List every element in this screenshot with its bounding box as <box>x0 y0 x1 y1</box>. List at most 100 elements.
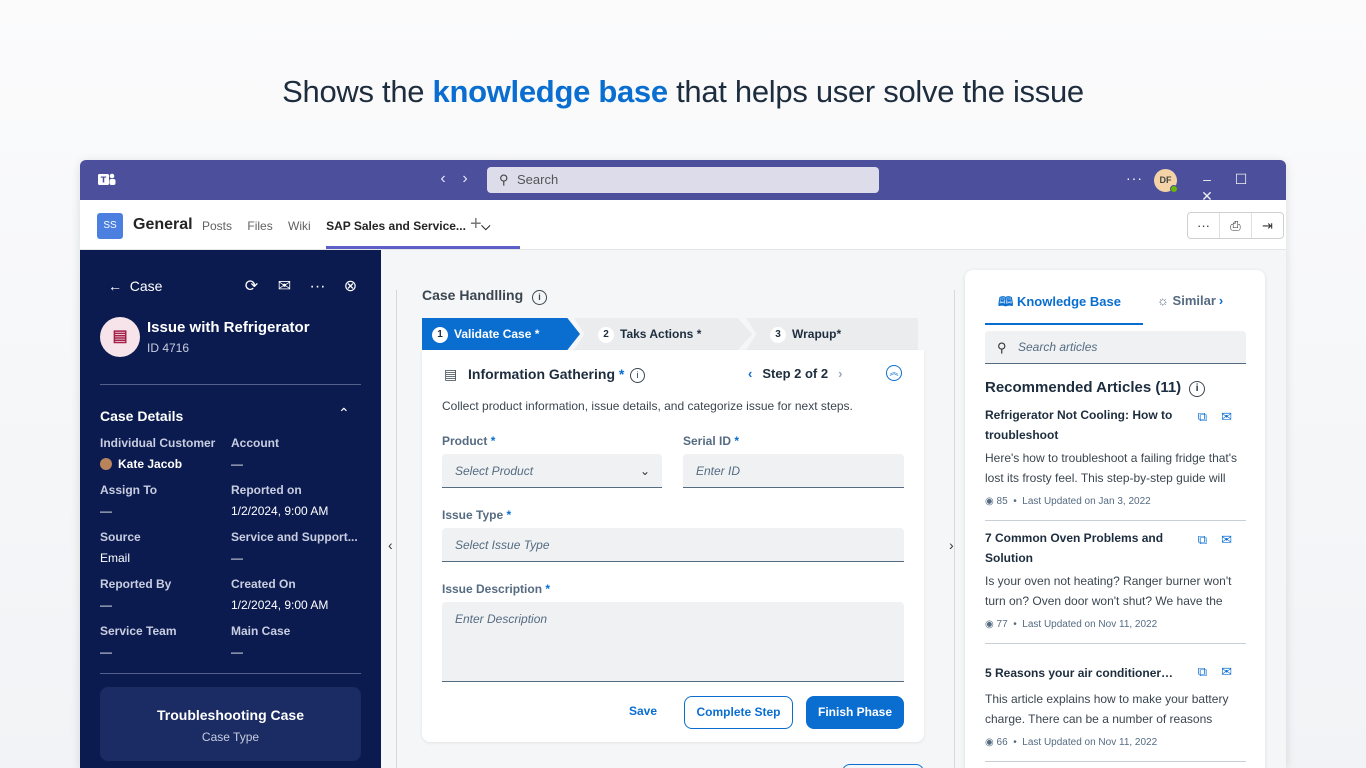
field-individual-customer: Individual Customer Kate Jacob <box>100 436 215 471</box>
popout-icon[interactable]: ⇥ <box>1252 213 1283 238</box>
channel-tab-bar: SS General Posts Files Wiki SAP Sales an… <box>80 200 1286 250</box>
copy-icon[interactable]: ⧉ <box>1198 532 1207 547</box>
issue-type-label-text: Issue Type <box>442 508 504 522</box>
save-button[interactable]: Save <box>613 696 673 729</box>
field-reported-on: Reported on 1/2/2024, 9:00 AM <box>231 483 328 518</box>
article-description: This article explains how to make your b… <box>985 692 1229 726</box>
maximize-icon[interactable]: ☐ <box>1224 171 1258 188</box>
chevron-right-icon[interactable]: › <box>838 366 842 381</box>
issue-type-label: Issue Type * <box>442 508 511 522</box>
field-value: 1/2/2024, 9:00 AM <box>231 598 329 612</box>
field-source: Source Email <box>100 530 141 565</box>
serial-placeholder: Enter ID <box>696 464 741 478</box>
collapse-icon[interactable]: ⊗ <box>334 276 367 296</box>
tab-similar[interactable]: ☼ Similar › <box>1157 293 1223 308</box>
copy-icon[interactable]: ⧉ <box>1198 664 1207 679</box>
more-icon[interactable]: ··· <box>301 278 334 296</box>
mail-icon[interactable]: ✉ <box>1221 664 1232 679</box>
chevron-up-icon[interactable]: ⌃ <box>338 405 350 422</box>
section-title: Information Gathering * <box>468 366 624 382</box>
article-updated: Last Updated on Nov 11, 2022 <box>1022 619 1158 630</box>
team-badge: SS <box>97 213 123 239</box>
divider <box>985 643 1246 644</box>
step-wrapup[interactable]: 3 Wrapup* <box>746 318 918 350</box>
step-validate-case[interactable]: 1 Validate Case * <box>422 318 580 350</box>
chevron-right-icon[interactable]: › <box>949 537 954 553</box>
tab-knowledge-base[interactable]: 🕮 Knowledge Base <box>985 293 1143 325</box>
article-title[interactable]: Refrigerator Not Cooling: How to trouble… <box>985 405 1175 445</box>
serial-id-label: Serial ID * <box>683 434 739 448</box>
article-title[interactable]: 7 Common Oven Problems and Solution <box>985 528 1175 568</box>
mail-icon[interactable]: ✉ <box>268 276 301 296</box>
required-mark: * <box>506 508 512 522</box>
step-indicator: Step 2 of 2 <box>762 366 829 381</box>
issue-description-textarea[interactable]: Enter Description <box>442 602 904 682</box>
ticket-icon: ▤ <box>100 317 140 357</box>
issue-type-select[interactable]: Select Issue Type <box>442 528 904 562</box>
field-value: — <box>100 598 112 612</box>
section-description: Collect product information, issue detai… <box>442 399 853 413</box>
more-icon[interactable]: ··· <box>1188 213 1220 238</box>
forward-arrow-icon[interactable]: › <box>454 170 476 188</box>
field-label: Account <box>231 436 279 450</box>
step-label: Taks Actions * <box>620 327 702 341</box>
chevron-left-icon[interactable]: ‹ <box>388 537 393 553</box>
minimize-icon[interactable]: – <box>1190 171 1224 187</box>
headline-post: that helps user solve the issue <box>667 74 1084 109</box>
partial-button[interactable] <box>842 764 924 768</box>
tab-posts[interactable]: Posts <box>202 219 232 233</box>
article-item[interactable]: Refrigerator Not Cooling: How to trouble… <box>985 405 1246 521</box>
headline-highlight: knowledge base <box>432 74 669 109</box>
divider <box>100 384 361 385</box>
chevron-down-icon: ⌵ <box>481 219 491 233</box>
article-description: Here's how to troubleshoot a failing fri… <box>985 451 1238 485</box>
collapse-up-icon[interactable]: ︽ <box>886 365 902 381</box>
meet-icon[interactable]: ⎙ <box>1220 213 1252 238</box>
more-options-button[interactable]: ··· <box>1126 170 1143 186</box>
article-title[interactable]: 5 Reasons your air conditioner i... <box>985 663 1175 683</box>
mail-icon[interactable]: ✉ <box>1221 409 1232 424</box>
tab-sap-label: SAP Sales and Service... <box>326 219 466 233</box>
serial-id-input[interactable]: Enter ID <box>683 454 904 488</box>
article-item[interactable]: 5 Reasons your air conditioner i... ⧉ ✉ T… <box>985 663 1246 762</box>
knowledge-base-panel: 🕮 Knowledge Base ☼ Similar › ⚲ Search arti… <box>965 270 1265 768</box>
field-value: — <box>100 645 112 659</box>
book-icon: 🕮 <box>998 294 1014 309</box>
finish-phase-button[interactable]: Finish Phase <box>806 696 904 729</box>
back-to-case-button[interactable]: ← Case <box>108 278 162 294</box>
tab-wiki[interactable]: Wiki <box>288 219 311 233</box>
chevron-left-icon[interactable]: ‹ <box>748 366 752 381</box>
article-search-input[interactable]: ⚲ Search articles <box>985 331 1246 364</box>
refresh-icon[interactable]: ⟳ <box>235 276 268 296</box>
complete-step-button[interactable]: Complete Step <box>684 696 793 729</box>
field-service-support: Service and Support... — <box>231 530 358 565</box>
mail-icon[interactable]: ✉ <box>1221 532 1232 547</box>
step-task-actions[interactable]: 2 Taks Actions * <box>574 318 752 350</box>
product-select[interactable]: Select Product ⌄ <box>442 454 662 488</box>
chevron-right-icon[interactable]: › <box>1219 293 1223 308</box>
field-value[interactable]: Kate Jacob <box>118 457 182 471</box>
eye-icon: ◉ <box>985 737 994 748</box>
divider <box>985 520 1246 521</box>
info-icon[interactable]: i <box>532 290 548 305</box>
info-icon[interactable]: i <box>630 366 645 383</box>
add-tab-button[interactable]: + <box>470 213 482 236</box>
tab-files[interactable]: Files <box>247 219 272 233</box>
field-created-on: Created On 1/2/2024, 9:00 AM <box>231 577 328 612</box>
teams-logo-icon: T <box>98 173 116 185</box>
field-label: Source <box>100 530 141 544</box>
article-updated: Last Updated on Nov 11, 2022 <box>1022 737 1158 748</box>
copy-icon[interactable]: ⧉ <box>1198 409 1207 424</box>
case-handling-title: Case Handlling i <box>422 287 548 305</box>
info-icon[interactable]: i <box>1189 381 1206 397</box>
global-search-input[interactable]: ⚲ Search <box>487 167 879 193</box>
field-label: Main Case <box>231 624 291 638</box>
field-label: Reported on <box>231 483 302 497</box>
case-type-card[interactable]: Troubleshooting Case Case Type <box>100 687 361 761</box>
case-title: Issue with Refrigerator <box>147 319 310 336</box>
back-arrow-icon[interactable]: ‹ <box>432 170 454 188</box>
article-item[interactable]: 7 Common Oven Problems and Solution ⧉ ✉ I… <box>985 528 1246 644</box>
information-gathering-card: ▤ Information Gathering * i ‹ Step 2 of 2… <box>422 350 924 742</box>
avatar[interactable]: DF <box>1154 169 1178 193</box>
field-label: Individual Customer <box>100 436 216 450</box>
